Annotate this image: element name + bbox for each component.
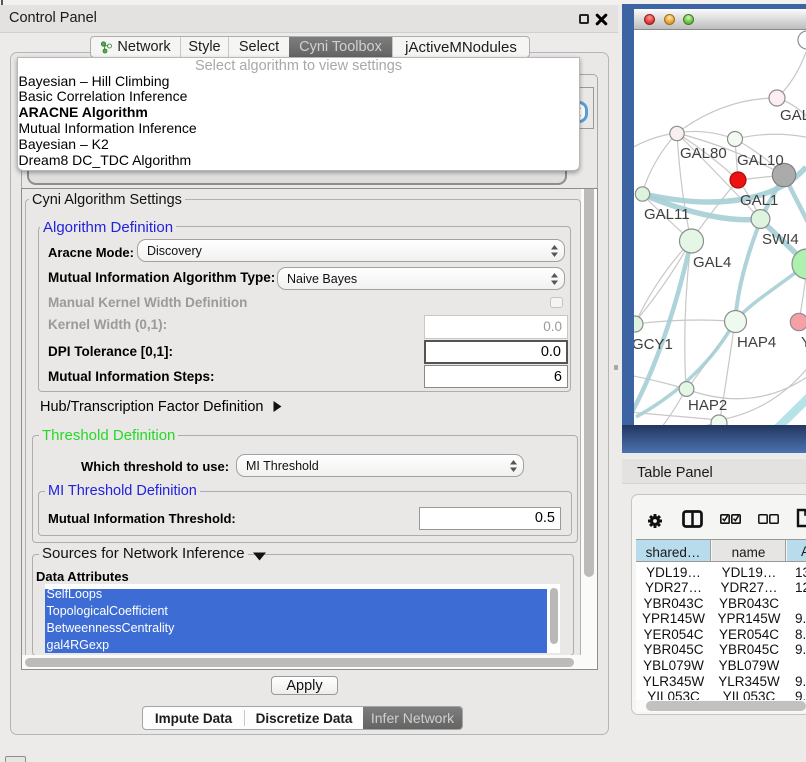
svg-text:GCY1: GCY1	[634, 336, 673, 353]
svg-text:GAL4: GAL4	[693, 254, 731, 271]
svg-text:GAL10: GAL10	[737, 152, 784, 169]
svg-text:GAL11: GAL11	[644, 206, 690, 223]
svg-text:SWI4: SWI4	[762, 231, 799, 248]
svg-text:GAL: GAL	[780, 107, 806, 124]
svg-text:GAL1: GAL1	[740, 192, 778, 209]
svg-text:HAP2: HAP2	[688, 397, 727, 414]
svg-text:HAP4: HAP4	[737, 334, 776, 351]
svg-text:Y: Y	[801, 334, 806, 351]
svg-text:GAL80: GAL80	[680, 145, 727, 162]
